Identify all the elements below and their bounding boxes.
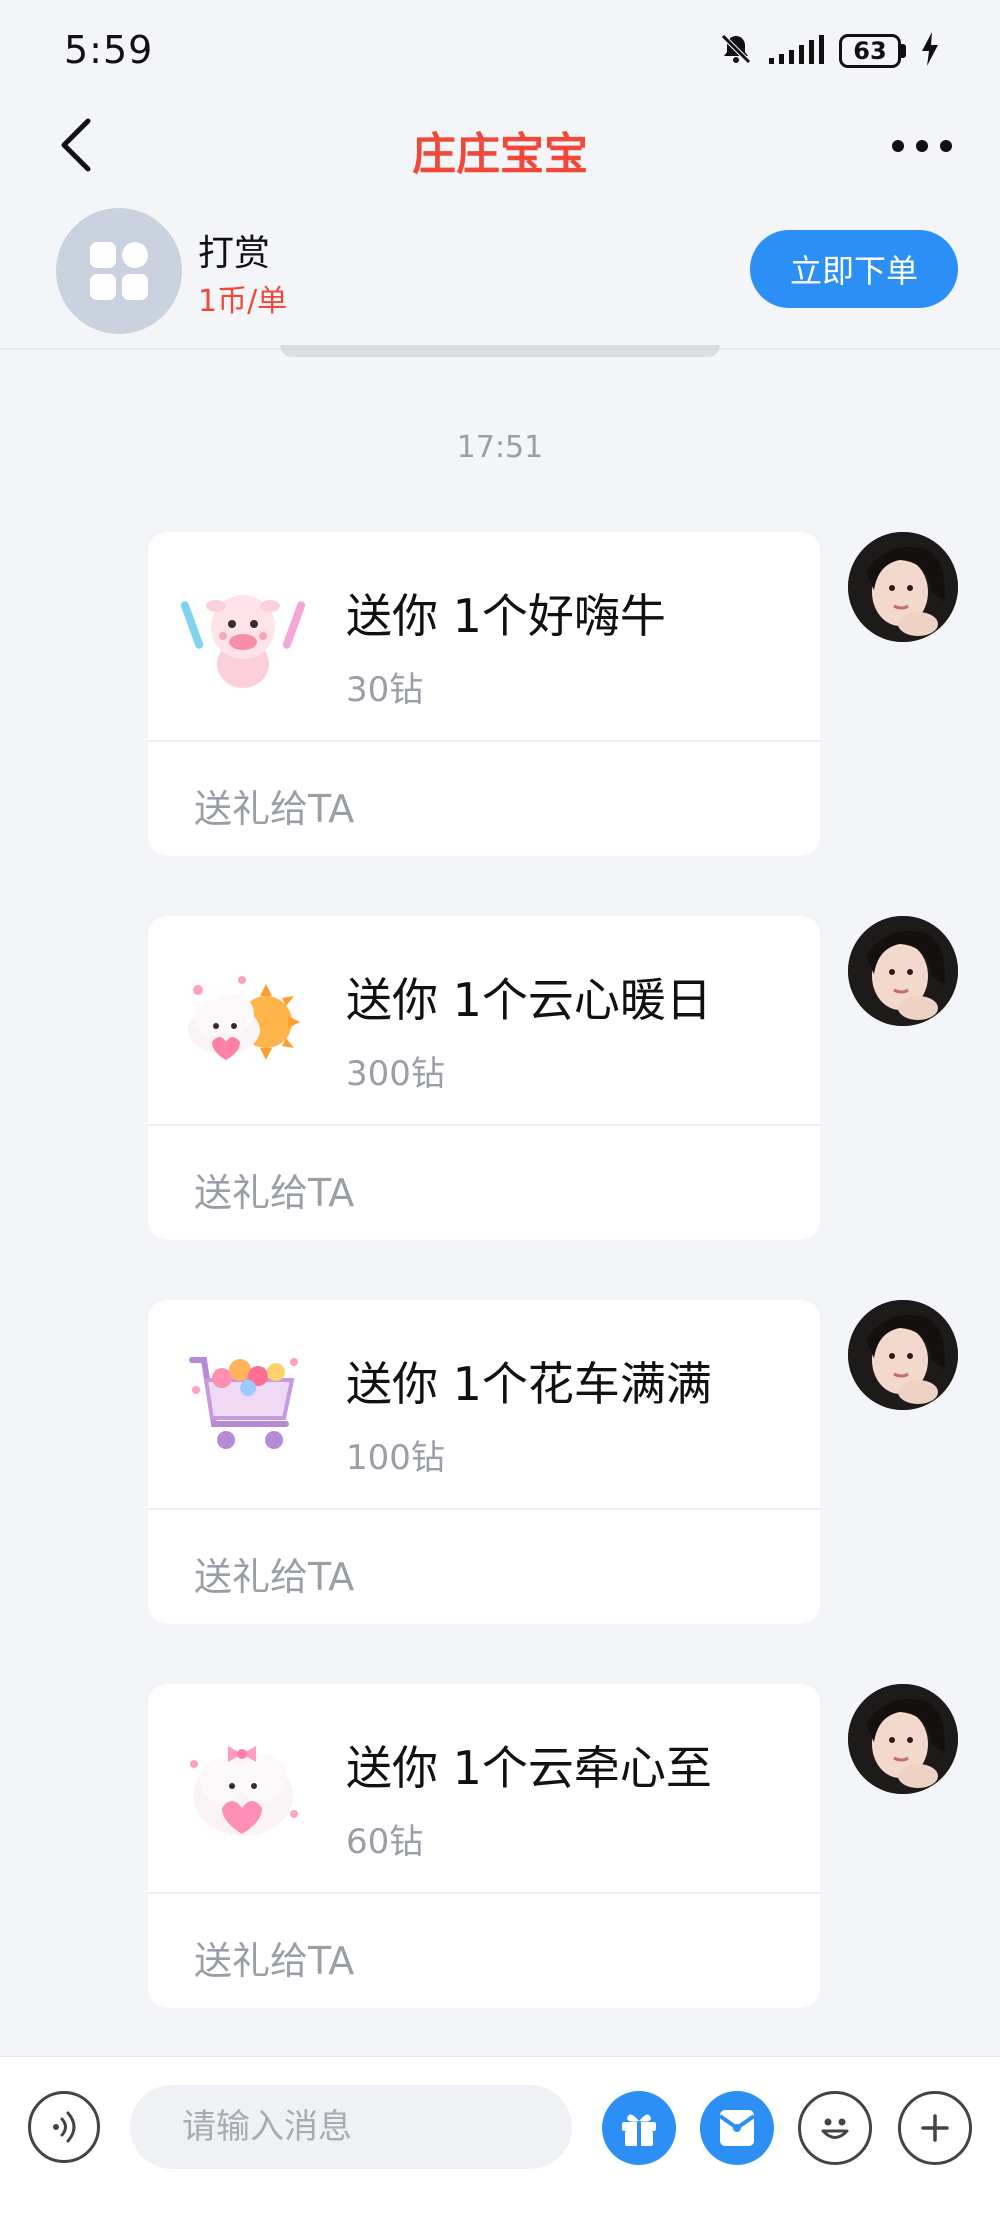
title-bar: 庄庄宝宝 (0, 90, 1000, 202)
sender-avatar[interactable] (848, 1300, 958, 1410)
gift-message: 送你 1个云牵心至 60钻 送礼给TA (0, 1684, 1000, 2014)
voice-icon (53, 2111, 76, 2143)
cow-gift-icon (180, 595, 306, 688)
gift-title: 送你 1个云心暖日 (346, 973, 712, 1027)
gift-card[interactable]: 送你 1个花车满满 100钻 送礼给TA (148, 1300, 820, 1624)
gift-message: 送你 1个花车满满 100钻 送礼给TA (0, 1300, 1000, 1630)
signal-icon (767, 34, 825, 68)
order-now-button[interactable]: 立即下单 (750, 230, 958, 308)
send-gift-link[interactable]: 送礼给TA (194, 778, 354, 833)
gift-price: 60钻 (346, 1822, 424, 1862)
page-title: 庄庄宝宝 (412, 129, 588, 180)
pull-handle[interactable] (280, 345, 720, 357)
sender-avatar[interactable] (848, 1684, 958, 1794)
gift-card-divider (148, 1124, 820, 1126)
emoji-button[interactable] (798, 2091, 872, 2165)
chat-screen: 5:59 63 庄庄宝宝 打赏 1币/单 立即下单 17:51 送你 1个好嗨牛… (0, 0, 1000, 2225)
status-icons: 63 (719, 32, 940, 70)
order-price: 1币/单 (198, 284, 288, 319)
gift-card-header: 送你 1个云心暖日 300钻 (148, 916, 820, 1126)
flower-cart-gift-icon (189, 1357, 298, 1449)
status-bar: 5:59 63 (0, 0, 1000, 100)
gift-card[interactable]: 送你 1个好嗨牛 30钻 送礼给TA (148, 532, 820, 856)
battery-icon: 63 (839, 34, 906, 68)
mute-bell-icon (719, 32, 753, 70)
message-input[interactable] (130, 2085, 572, 2169)
gift-title: 送你 1个云牵心至 (346, 1741, 712, 1795)
coupon-button[interactable] (700, 2091, 774, 2165)
gift-card-divider (148, 1508, 820, 1510)
message-timestamp: 17:51 (456, 430, 544, 465)
gift-title: 送你 1个花车满满 (346, 1357, 712, 1411)
gift-message: 送你 1个好嗨牛 30钻 送礼给TA (0, 532, 1000, 862)
order-name: 打赏 (198, 233, 271, 274)
charging-icon (920, 32, 940, 70)
plus-icon (921, 2114, 949, 2142)
gift-card-header: 送你 1个好嗨牛 30钻 (148, 532, 820, 742)
gift-price: 100钻 (346, 1438, 445, 1478)
more-dots-icon (892, 140, 952, 152)
gift-card[interactable]: 送你 1个云心暖日 300钻 送礼给TA (148, 916, 820, 1240)
send-gift-link[interactable]: 送礼给TA (194, 1930, 354, 1985)
sender-avatar[interactable] (848, 532, 958, 642)
gift-title: 送你 1个好嗨牛 (346, 589, 666, 643)
battery-level: 63 (839, 34, 901, 68)
gift-card-divider (148, 1892, 820, 1894)
service-icon (56, 208, 182, 334)
gift-button[interactable] (602, 2091, 676, 2165)
input-bar (0, 2056, 1000, 2225)
smiley-icon (821, 2118, 849, 2139)
send-gift-link[interactable]: 送礼给TA (194, 1546, 354, 1601)
send-gift-link[interactable]: 送礼给TA (194, 1162, 354, 1217)
status-time: 5:59 (64, 28, 154, 72)
gift-price: 300钻 (346, 1054, 445, 1094)
cloud-heart-gift-icon (190, 1746, 298, 1836)
order-card: 打赏 1币/单 立即下单 (0, 200, 1000, 350)
gift-card-header: 送你 1个花车满满 100钻 (148, 1300, 820, 1510)
gift-card[interactable]: 送你 1个云牵心至 60钻 送礼给TA (148, 1684, 820, 2008)
gift-price: 30钻 (346, 670, 424, 710)
cloud-sun-gift-icon (188, 976, 300, 1060)
red-packet-icon (718, 2110, 756, 2146)
voice-button[interactable] (28, 2091, 100, 2163)
gift-icon (622, 2114, 656, 2146)
more-button[interactable] (880, 116, 964, 176)
gift-card-header: 送你 1个云牵心至 60钻 (148, 1684, 820, 1894)
sender-avatar[interactable] (848, 916, 958, 1026)
more-actions-button[interactable] (898, 2091, 972, 2165)
gift-card-divider (148, 740, 820, 742)
gift-message: 送你 1个云心暖日 300钻 送礼给TA (0, 916, 1000, 1246)
